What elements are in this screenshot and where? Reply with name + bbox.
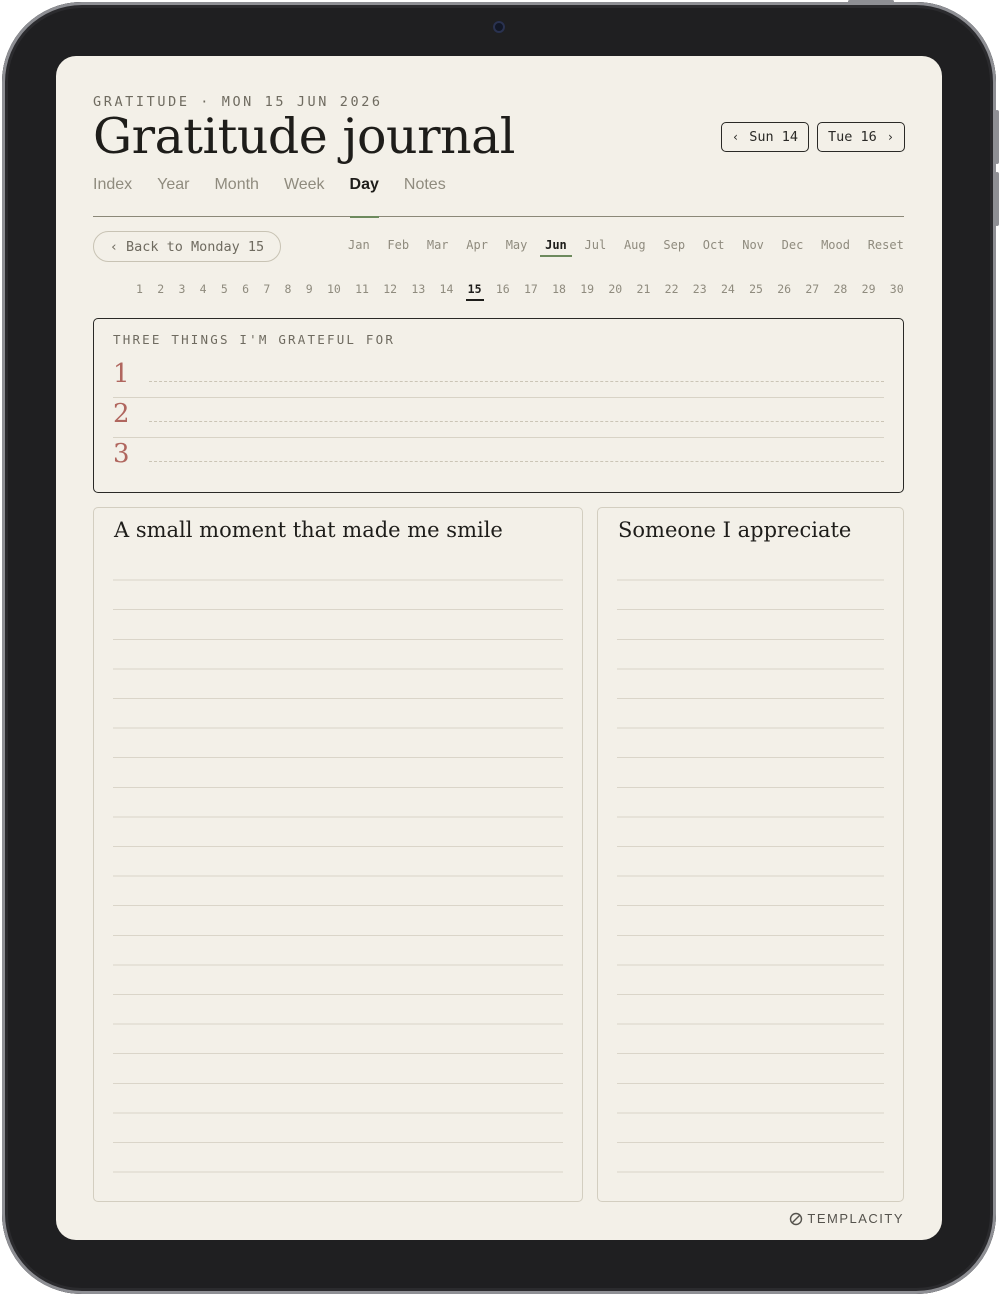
prev-day-label: Sun 14 bbox=[749, 129, 798, 145]
writing-line bbox=[149, 381, 884, 382]
day-link-28[interactable]: 28 bbox=[834, 282, 848, 300]
day-link-8[interactable]: 8 bbox=[285, 282, 292, 300]
appreciate-panel[interactable]: Someone I appreciate bbox=[597, 507, 904, 1202]
grateful-entry-2[interactable]: 2 bbox=[113, 397, 884, 438]
day-link-30[interactable]: 30 bbox=[890, 282, 904, 300]
volume-up-button bbox=[995, 110, 999, 164]
month-link-dec[interactable]: Dec bbox=[782, 238, 804, 256]
front-camera bbox=[493, 21, 505, 33]
grateful-label: THREE THINGS I'M GRATEFUL FOR bbox=[113, 332, 396, 347]
day-link-9[interactable]: 9 bbox=[306, 282, 313, 300]
month-link-may[interactable]: May bbox=[506, 238, 528, 256]
day-link-15[interactable]: 15 bbox=[465, 282, 484, 301]
top-button bbox=[848, 0, 894, 3]
day-link-24[interactable]: 24 bbox=[721, 282, 735, 300]
day-link-21[interactable]: 21 bbox=[637, 282, 651, 300]
tab-index[interactable]: Index bbox=[93, 176, 132, 216]
day-link-1[interactable]: 1 bbox=[136, 282, 143, 300]
entry-number: 2 bbox=[113, 399, 130, 429]
day-link-29[interactable]: 29 bbox=[862, 282, 876, 300]
day-link-6[interactable]: 6 bbox=[242, 282, 249, 300]
day-link-11[interactable]: 11 bbox=[355, 282, 369, 300]
chevron-left-icon: ‹ bbox=[109, 238, 118, 255]
day-link-26[interactable]: 26 bbox=[777, 282, 791, 300]
month-link-mood[interactable]: Mood bbox=[821, 238, 850, 256]
day-link-5[interactable]: 5 bbox=[221, 282, 228, 300]
month-link-jun[interactable]: Jun bbox=[540, 238, 572, 257]
day-link-3[interactable]: 3 bbox=[178, 282, 185, 300]
day-link-10[interactable]: 10 bbox=[327, 282, 341, 300]
day-link-7[interactable]: 7 bbox=[263, 282, 270, 300]
ruled-lines bbox=[113, 551, 563, 1173]
day-navigation: ‹ Sun 14 Tue 16 › bbox=[720, 122, 905, 152]
day-link-4[interactable]: 4 bbox=[200, 282, 207, 300]
back-button-label: Back to Monday 15 bbox=[125, 238, 265, 255]
day-link-22[interactable]: 22 bbox=[665, 282, 679, 300]
month-link-apr[interactable]: Apr bbox=[466, 238, 488, 256]
month-link-sep[interactable]: Sep bbox=[663, 238, 685, 256]
tab-day[interactable]: Day bbox=[349, 176, 380, 218]
day-link-20[interactable]: 20 bbox=[608, 282, 622, 300]
day-link-12[interactable]: 12 bbox=[383, 282, 397, 300]
planner-page: GRATITUDE · MON 15 JUN 2026 Gratitude jo… bbox=[56, 56, 942, 1240]
tab-bar: Index Year Month Week Day Notes bbox=[93, 176, 904, 218]
leaf-logo-icon bbox=[790, 1212, 803, 1225]
day-link-25[interactable]: 25 bbox=[749, 282, 763, 300]
smile-moment-panel[interactable]: A small moment that made me smile bbox=[93, 507, 583, 1202]
day-link-27[interactable]: 27 bbox=[805, 282, 819, 300]
page-title: Gratitude journal bbox=[93, 108, 515, 165]
back-button[interactable]: ‹ Back to Monday 15 bbox=[93, 231, 281, 262]
day-link-13[interactable]: 13 bbox=[411, 282, 425, 300]
next-day-button[interactable]: Tue 16 › bbox=[816, 122, 905, 152]
tab-notes[interactable]: Notes bbox=[404, 176, 446, 216]
ruled-lines bbox=[617, 551, 884, 1173]
panel-title: A small moment that made me smile bbox=[114, 518, 503, 542]
month-link-aug[interactable]: Aug bbox=[624, 238, 646, 256]
tab-month[interactable]: Month bbox=[214, 176, 258, 216]
chevron-left-icon: ‹ bbox=[731, 130, 740, 144]
month-link-jan[interactable]: Jan bbox=[348, 238, 370, 256]
month-strip: Jan Feb Mar Apr May Jun Jul Aug Sep Oct Nov Dec Mood… bbox=[348, 238, 904, 257]
day-link-16[interactable]: 16 bbox=[496, 282, 510, 300]
prev-day-button[interactable]: ‹ Sun 14 bbox=[720, 122, 809, 152]
grateful-section: THREE THINGS I'M GRATEFUL FOR 1 2 3 bbox=[93, 318, 904, 493]
tab-year[interactable]: Year bbox=[157, 176, 189, 216]
day-link-23[interactable]: 23 bbox=[693, 282, 707, 300]
day-link-14[interactable]: 14 bbox=[440, 282, 454, 300]
day-link-2[interactable]: 2 bbox=[157, 282, 164, 300]
month-link-mar[interactable]: Mar bbox=[427, 238, 449, 256]
entry-number: 3 bbox=[113, 439, 130, 469]
month-link-jul[interactable]: Jul bbox=[585, 238, 607, 256]
tab-week[interactable]: Week bbox=[284, 176, 325, 216]
brand-mark: TEMPLACITY bbox=[789, 1211, 904, 1226]
month-link-nov[interactable]: Nov bbox=[742, 238, 764, 256]
month-link-reset[interactable]: Reset bbox=[868, 238, 904, 256]
day-strip: 1 2 3 4 5 6 7 8 9 10 11 12 13 14 15 16 17 18 19 20 21 22 23 24 2… bbox=[136, 282, 904, 301]
writing-line bbox=[149, 461, 884, 462]
volume-down-button bbox=[995, 172, 999, 226]
next-day-label: Tue 16 bbox=[827, 129, 877, 145]
day-link-17[interactable]: 17 bbox=[524, 282, 538, 300]
month-link-oct[interactable]: Oct bbox=[703, 238, 725, 256]
writing-line bbox=[149, 421, 884, 422]
panel-title: Someone I appreciate bbox=[618, 518, 852, 542]
chevron-right-icon: › bbox=[886, 130, 894, 144]
entry-number: 1 bbox=[113, 359, 130, 389]
day-link-18[interactable]: 18 bbox=[552, 282, 566, 300]
day-link-19[interactable]: 19 bbox=[580, 282, 594, 300]
grateful-entry-3[interactable]: 3 bbox=[113, 437, 884, 477]
grateful-entry-1[interactable]: 1 bbox=[113, 357, 884, 398]
brand-name: TEMPLACITY bbox=[807, 1211, 904, 1226]
month-link-feb[interactable]: Feb bbox=[387, 238, 409, 256]
